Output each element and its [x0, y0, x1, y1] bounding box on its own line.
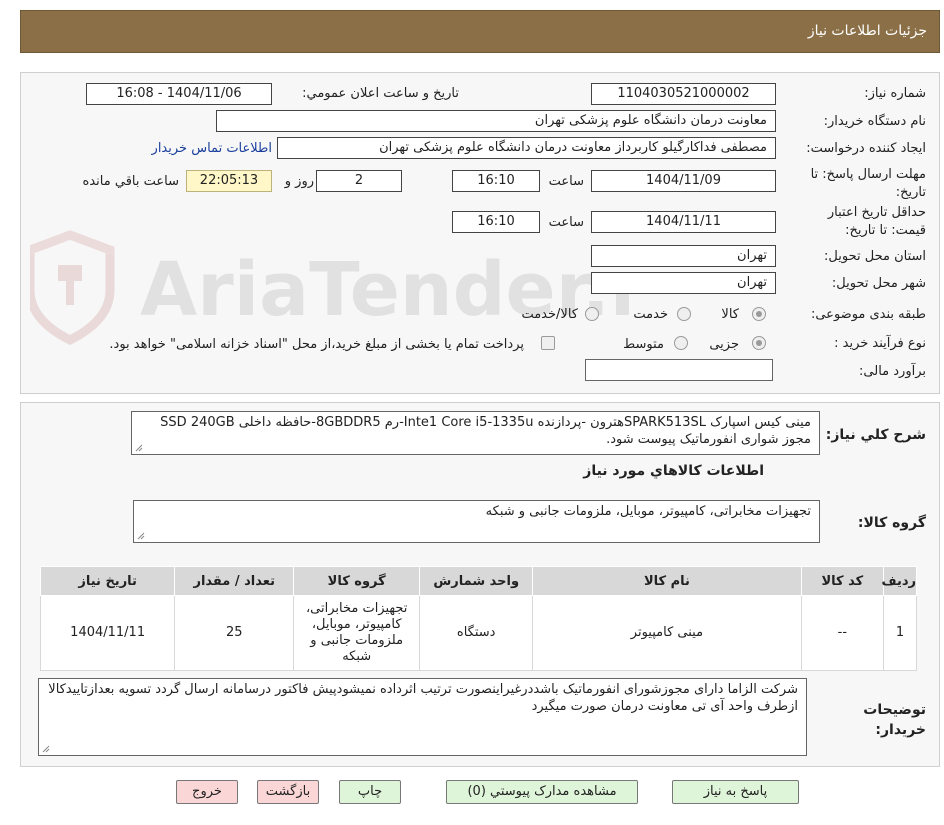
remaining-time-field: 22:05:13 — [186, 170, 272, 192]
budget-label: برآورد مالی: — [859, 364, 926, 379]
col-header-name: نام کالا — [532, 566, 802, 596]
col-header-date: تاریخ نیاز — [39, 566, 176, 596]
cell-group: تجهیزات مخابراتی، کامپیوتر، موبایل، ملزو… — [293, 595, 421, 671]
category-radio-goods[interactable] — [752, 307, 766, 321]
need-number-label: شماره نیاز: — [864, 86, 926, 101]
resize-handle-icon[interactable] — [137, 532, 145, 540]
buyer-notes-field: شرکت الزاما دارای مجوزشورای انفورماتیک ب… — [38, 678, 807, 756]
reply-deadline-label-line1: مهلت ارسال پاسخ: تا — [810, 167, 926, 182]
category-option-goods-service: کالا/خدمت — [521, 307, 578, 322]
goods-group-field: تجهیزات مخابراتی، کامپیوتر، موبایل، ملزو… — [133, 500, 820, 543]
days-label: روز و — [284, 174, 314, 189]
attachments-button[interactable]: مشاهده مدارک پیوستي (0) — [446, 780, 638, 804]
reply-deadline-label: مهلت ارسال پاسخ: تا تاریخ: — [811, 166, 926, 202]
category-option-service: خدمت — [633, 307, 668, 322]
summary-text-content: مینی کیس اسپارک SPARK513SLهترون -پردازند… — [160, 415, 811, 447]
cell-unit: دستگاه — [419, 595, 534, 671]
category-option-goods: کالا — [721, 307, 739, 322]
category-radio-service[interactable] — [677, 307, 691, 321]
summary-text: مینی کیس اسپارک SPARK513SLهترون -پردازند… — [131, 411, 820, 455]
purchase-type-option-partial: جزیی — [709, 337, 739, 352]
buyer-contact-link[interactable]: اطلاعات تماس خریدار — [152, 141, 272, 156]
announce-date-field: 1404/11/06 - 16:08 — [86, 83, 272, 105]
print-button[interactable]: چاپ — [339, 780, 401, 804]
buyer-notes-label: توضیحات خریدار: — [863, 700, 926, 740]
col-header-code: کد کالا — [800, 566, 885, 596]
col-header-unit: واحد شمارش — [419, 566, 534, 596]
reply-deadline-label-line2: تاریخ: — [895, 185, 926, 200]
purchase-type-radio-medium[interactable] — [674, 336, 688, 350]
col-header-qty: تعداد / مقدار — [174, 566, 295, 596]
requester-field: مصطفی فداکارگیلو کاربرداز معاونت درمان د… — [277, 137, 776, 159]
reply-time-label: ساعت — [548, 174, 584, 189]
need-number-field: 1104030521000002 — [591, 83, 776, 105]
back-button[interactable]: بازگشت — [257, 780, 319, 804]
price-validity-time-field: 16:10 — [452, 211, 540, 233]
purchase-type-option-medium: متوسط — [623, 337, 664, 352]
price-validity-label: حداقل تاریخ اعتبار قیمت: تا تاریخ: — [828, 204, 926, 240]
items-table-header: ردیف کد کالا نام کالا واحد شمارش گروه کا… — [39, 566, 917, 596]
cell-row: 1 — [883, 595, 917, 671]
purchase-type-radio-partial[interactable] — [752, 336, 766, 350]
category-label: طبقه بندی موضوعی: — [810, 307, 926, 322]
resize-handle-icon[interactable] — [42, 745, 50, 753]
items-table: ردیف کد کالا نام کالا واحد شمارش گروه کا… — [39, 566, 917, 671]
exit-button[interactable]: خروج — [176, 780, 238, 804]
page-header: جزئیات اطلاعات نیاز — [20, 10, 940, 53]
budget-field[interactable] — [585, 359, 773, 381]
treasury-checkbox[interactable] — [541, 336, 555, 350]
page-title: جزئیات اطلاعات نیاز — [807, 23, 927, 39]
summary-label: شرح کلي نیاز: — [825, 427, 926, 443]
col-header-group: گروه کالا — [293, 566, 421, 596]
remaining-days-field: 2 — [316, 170, 402, 192]
goods-group-text: تجهیزات مخابراتی، کامپیوتر، موبایل، ملزو… — [485, 504, 811, 519]
price-validity-label-line2: قیمت: تا تاریخ: — [845, 223, 926, 238]
cell-qty: 25 — [174, 595, 295, 671]
buyer-notes-text: شرکت الزاما دارای مجوزشورای انفورماتیک ب… — [48, 682, 798, 714]
announce-date-label: تاریخ و ساعت اعلان عمومي: — [302, 86, 459, 101]
goods-group-label: گروه کالا: — [857, 515, 926, 531]
buyer-notes-label-line1: توضیحات — [863, 702, 926, 718]
delivery-province-field: تهران — [591, 245, 776, 267]
table-row: 1 -- مینی کامپیوتر دستگاه تجهیزات مخابرا… — [39, 595, 917, 671]
buyer-org-field: معاونت درمان دانشگاه علوم پزشکی تهران — [216, 110, 776, 132]
reply-button[interactable]: پاسخ به نیاز — [672, 780, 799, 804]
resize-handle-icon[interactable] — [135, 444, 143, 452]
delivery-city-field: تهران — [591, 272, 776, 294]
category-radio-goods-service[interactable] — [585, 307, 599, 321]
purchase-type-label: نوع فرآیند خرید : — [834, 336, 926, 351]
requester-label: ایجاد کننده درخواست: — [806, 141, 926, 156]
cell-name: مینی کامپیوتر — [532, 595, 802, 671]
delivery-province-label: استان محل تحویل: — [824, 249, 926, 264]
buyer-notes-label-line2: خریدار: — [875, 722, 926, 738]
remaining-label: ساعت باقي مانده — [82, 174, 179, 189]
col-header-row: ردیف — [881, 566, 917, 596]
price-validity-label-line1: حداقل تاریخ اعتبار — [827, 205, 926, 220]
reply-date-field: 1404/11/09 — [591, 170, 776, 192]
price-validity-date-field: 1404/11/11 — [591, 211, 776, 233]
cell-code: -- — [800, 595, 885, 671]
buyer-org-label: نام دستگاه خریدار: — [823, 114, 926, 129]
delivery-city-label: شهر محل تحویل: — [831, 276, 926, 291]
goods-section-title: اطلاعات کالاهاي مورد نیاز — [583, 463, 764, 479]
price-validity-time-label: ساعت — [548, 215, 584, 230]
reply-time-field: 16:10 — [452, 170, 540, 192]
treasury-note: پرداخت تمام یا بخشی از مبلغ خرید،از محل … — [109, 337, 524, 352]
cell-date: 1404/11/11 — [39, 595, 176, 671]
